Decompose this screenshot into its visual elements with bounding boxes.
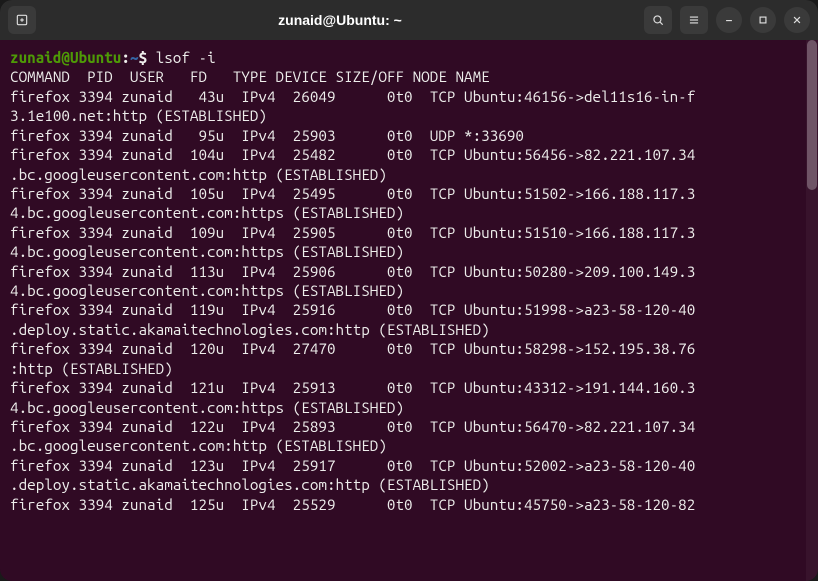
output-header: COMMAND PID USER FD TYPE DEVICE SIZE/OFF… — [10, 68, 490, 85]
scrollbar-track[interactable] — [806, 40, 818, 581]
output-line: firefox 3394 zunaid 95u IPv4 25903 0t0 U… — [10, 127, 524, 144]
new-tab-button[interactable] — [8, 6, 36, 34]
output-line: 4.bc.googleusercontent.com:https (ESTABL… — [10, 282, 404, 299]
output-line: firefox 3394 zunaid 119u IPv4 25916 0t0 … — [10, 301, 695, 318]
output-line: .bc.googleusercontent.com:http (ESTABLIS… — [10, 166, 387, 183]
prompt-dollar: $ — [139, 49, 156, 66]
output-line: firefox 3394 zunaid 122u IPv4 25893 0t0 … — [10, 418, 695, 435]
menu-button[interactable] — [680, 6, 708, 34]
output-line: firefox 3394 zunaid 113u IPv4 25906 0t0 … — [10, 263, 695, 280]
search-button[interactable] — [644, 6, 672, 34]
output-line: .bc.googleusercontent.com:http (ESTABLIS… — [10, 437, 387, 454]
titlebar: zunaid@Ubuntu: ~ — [0, 0, 818, 40]
output-line: 4.bc.googleusercontent.com:https (ESTABL… — [10, 399, 404, 416]
command-text: lsof -i — [156, 49, 216, 66]
output-line: firefox 3394 zunaid 105u IPv4 25495 0t0 … — [10, 185, 695, 202]
output-line: firefox 3394 zunaid 123u IPv4 25917 0t0 … — [10, 457, 695, 474]
maximize-button[interactable] — [750, 7, 776, 33]
terminal-window: zunaid@Ubuntu: ~ — [0, 0, 818, 581]
scrollbar-thumb[interactable] — [807, 40, 817, 190]
hamburger-icon — [687, 13, 701, 27]
minimize-button[interactable] — [716, 7, 742, 33]
output-line: firefox 3394 zunaid 109u IPv4 25905 0t0 … — [10, 224, 695, 241]
output-line: firefox 3394 zunaid 125u IPv4 25529 0t0 … — [10, 496, 695, 513]
output-line: firefox 3394 zunaid 120u IPv4 27470 0t0 … — [10, 340, 695, 357]
prompt-path: ~ — [130, 49, 139, 66]
output-line: 4.bc.googleusercontent.com:https (ESTABL… — [10, 243, 404, 260]
search-icon — [651, 13, 665, 27]
output-line: 4.bc.googleusercontent.com:https (ESTABL… — [10, 204, 404, 221]
window-title: zunaid@Ubuntu: ~ — [36, 12, 644, 28]
maximize-icon — [756, 13, 770, 27]
output-line: .deploy.static.akamaitechnologies.com:ht… — [10, 321, 490, 338]
prompt-sep: : — [121, 49, 130, 66]
output-line: firefox 3394 zunaid 104u IPv4 25482 0t0 … — [10, 146, 695, 163]
output-line: firefox 3394 zunaid 43u IPv4 26049 0t0 T… — [10, 88, 695, 105]
close-button[interactable] — [784, 7, 810, 33]
plus-in-box-icon — [15, 13, 29, 27]
output-line: :http (ESTABLISHED) — [10, 360, 173, 377]
minimize-icon — [722, 13, 736, 27]
output-line: 3.1e100.net:http (ESTABLISHED) — [10, 107, 267, 124]
output-line: .deploy.static.akamaitechnologies.com:ht… — [10, 476, 490, 493]
prompt-user: zunaid@Ubuntu — [10, 49, 121, 66]
output-line: firefox 3394 zunaid 121u IPv4 25913 0t0 … — [10, 379, 695, 396]
close-icon — [790, 13, 804, 27]
terminal-body[interactable]: zunaid@Ubuntu:~$ lsof -i COMMAND PID USE… — [0, 40, 818, 581]
